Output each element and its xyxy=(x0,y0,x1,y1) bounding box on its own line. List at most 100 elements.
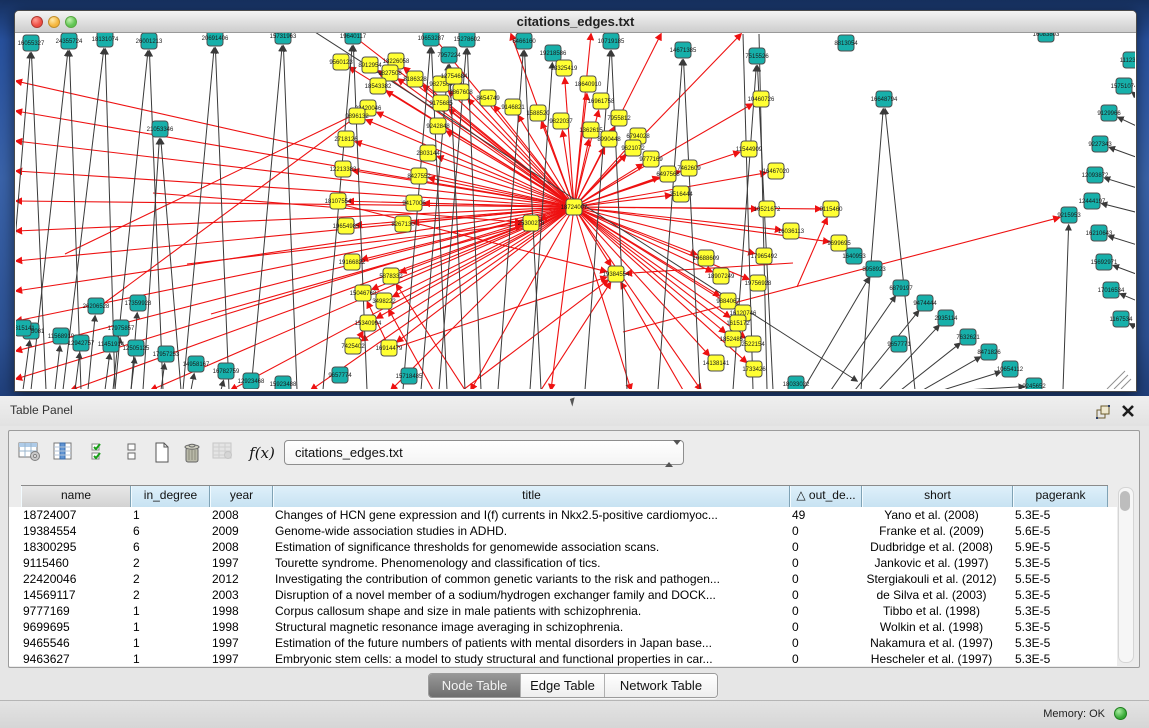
graph-node[interactable]: 18131074 xyxy=(92,33,119,47)
table-row[interactable]: 946554611997Estimation of the future num… xyxy=(9,635,1117,651)
graph-node[interactable]: 16961758 xyxy=(588,93,615,109)
graph-node[interactable]: 18640910 xyxy=(575,76,602,92)
column-header-title[interactable]: title xyxy=(273,486,790,507)
graph-node[interactable]: 18907249 xyxy=(708,268,735,284)
graph-node[interactable]: 16648794 xyxy=(871,91,898,107)
graph-node[interactable]: 9129966 xyxy=(1097,105,1121,121)
graph-node[interactable]: 7515526 xyxy=(745,48,769,64)
table-row[interactable]: 1456911722003Disruption of a novel membe… xyxy=(9,587,1117,603)
graph-node[interactable]: 1733426 xyxy=(742,361,766,377)
graph-node[interactable]: 12213383 xyxy=(330,161,357,177)
graph-node[interactable]: 14671385 xyxy=(670,42,697,58)
function-builder-icon[interactable]: f(x) xyxy=(249,441,275,465)
window-titlebar[interactable]: citations_edges.txt xyxy=(15,11,1136,33)
graph-node[interactable]: 16210643 xyxy=(1086,225,1113,241)
graph-node[interactable]: 9146821 xyxy=(501,99,525,115)
graph-node[interactable]: 8267130 xyxy=(391,216,415,232)
graph-node[interactable]: 10654112 xyxy=(997,361,1024,377)
float-panel-icon[interactable] xyxy=(1095,404,1111,425)
new-table-icon[interactable] xyxy=(149,441,175,465)
graph-node[interactable]: 9474444 xyxy=(913,295,937,311)
graph-node[interactable]: 12444197 xyxy=(1079,193,1106,209)
graph-node[interactable]: 6466160 xyxy=(512,33,536,49)
graph-node[interactable]: 9822037 xyxy=(549,113,573,129)
graph-node[interactable]: 14138141 xyxy=(703,355,730,371)
column-header-in_degree[interactable]: in_degree xyxy=(131,486,210,507)
graph-node[interactable]: 19640117 xyxy=(340,33,367,44)
graph-node[interactable]: 17016534 xyxy=(1098,282,1125,298)
column-header-out_degree[interactable]: △ out_de... xyxy=(790,486,862,507)
row-selection-icon[interactable] xyxy=(87,441,113,465)
graph-node[interactable]: 10688609 xyxy=(693,250,720,266)
table-row[interactable]: 1830029562008Estimation of significance … xyxy=(9,539,1117,555)
tab-node-table[interactable]: Node Table xyxy=(429,674,521,697)
graph-node[interactable]: 16055327 xyxy=(18,35,45,51)
graph-node[interactable]: 12923468 xyxy=(238,373,265,389)
graph-node[interactable]: 7957224 xyxy=(437,47,461,63)
delete-table-icon[interactable] xyxy=(179,441,205,465)
graph-node[interactable]: 2718126 xyxy=(334,131,358,147)
tab-edge-table[interactable]: Edge Table xyxy=(521,674,605,697)
graph-node[interactable]: 15923488 xyxy=(270,376,297,389)
graph-node[interactable]: 15692971 xyxy=(1091,254,1118,270)
graph-node[interactable]: 6879197 xyxy=(889,280,913,296)
column-header-name[interactable]: name xyxy=(21,486,131,507)
graph-node[interactable]: 16036113 xyxy=(778,223,805,239)
graph-node[interactable]: 1588520 xyxy=(526,105,550,121)
vertical-scrollbar[interactable] xyxy=(1118,487,1134,663)
graph-node[interactable]: 7632621 xyxy=(956,329,980,345)
graph-node[interactable]: 9777169 xyxy=(639,151,663,167)
graph-node[interactable]: 1362615 xyxy=(579,122,603,138)
graph-node[interactable]: 8990448 xyxy=(597,131,621,147)
graph-node[interactable]: 3498222 xyxy=(372,293,396,309)
network-view-window[interactable]: citations_edges.txt 16055327243557241813… xyxy=(14,10,1137,392)
graph-node[interactable]: 8454749 xyxy=(476,90,500,106)
graph-node[interactable]: 8813054 xyxy=(834,35,858,51)
graph-node[interactable]: 26001213 xyxy=(136,33,163,49)
graph-node[interactable]: 7955812 xyxy=(607,110,631,126)
graph-node[interactable]: 11544909 xyxy=(736,141,763,157)
graph-node[interactable]: 10653287 xyxy=(418,33,445,46)
graph-node[interactable]: 17957253 xyxy=(153,346,180,362)
table-settings-icon[interactable] xyxy=(17,441,43,465)
column-header-pagerank[interactable]: pagerank xyxy=(1013,486,1108,507)
table-row[interactable]: 2242004622012Investigating the contribut… xyxy=(9,571,1117,587)
graph-node[interactable]: 16467020 xyxy=(763,163,790,179)
graph-node[interactable]: 26206528 xyxy=(83,298,110,314)
graph-node[interactable]: 19384554 xyxy=(603,266,630,282)
graph-node[interactable]: 8471826 xyxy=(977,344,1001,360)
graph-node[interactable]: 19218586 xyxy=(540,45,567,61)
table-row[interactable]: 911546021997Tourette syndrome. Phenomeno… xyxy=(9,555,1117,571)
graph-node[interactable]: 15751074 xyxy=(1111,78,1135,94)
graph-node[interactable]: 1112358 xyxy=(1120,52,1135,68)
graph-node[interactable]: 15731963 xyxy=(270,33,297,44)
scrollbar-thumb[interactable] xyxy=(1120,491,1130,511)
graph-node[interactable]: 20691406 xyxy=(202,33,229,46)
graph-node[interactable]: 14958167 xyxy=(183,356,210,372)
graph-node[interactable]: 16083803 xyxy=(1033,33,1060,42)
graph-node[interactable]: 2935114 xyxy=(935,310,959,326)
graph-node[interactable]: 1167534 xyxy=(1110,311,1134,327)
graph-node[interactable]: 9657771 xyxy=(887,336,911,352)
close-panel-icon[interactable] xyxy=(1121,404,1135,423)
graph-node[interactable]: 9175685 xyxy=(429,95,453,111)
graph-node[interactable]: 8186328 xyxy=(403,71,427,87)
table-row[interactable]: 1938455462009Genome-wide association stu… xyxy=(9,523,1117,539)
column-header-short[interactable]: short xyxy=(862,486,1013,507)
table-row[interactable]: 1872400712008Changes of HCN gene express… xyxy=(9,507,1117,523)
graph-node[interactable]: 10521672 xyxy=(754,201,781,217)
table-row[interactable]: 969969511998Structural magnetic resonanc… xyxy=(9,619,1117,635)
graph-node[interactable]: 7462609 xyxy=(677,160,701,176)
graph-node[interactable]: 17975857 xyxy=(108,320,135,336)
column-visibility-icon[interactable] xyxy=(51,441,77,465)
network-table-select[interactable]: citations_edges.txt xyxy=(284,440,684,465)
graph-node[interactable]: 9215953 xyxy=(1057,207,1081,223)
graph-node[interactable]: 9115460 xyxy=(820,201,844,217)
graph-node[interactable]: 17965492 xyxy=(751,248,778,264)
graph-node[interactable]: 2522154 xyxy=(741,336,765,352)
full-height-rows-icon[interactable] xyxy=(119,441,145,465)
graph-node[interactable]: 16782759 xyxy=(213,363,240,379)
graph-node[interactable]: 9227343 xyxy=(1088,136,1112,152)
graph-node[interactable]: 13325419 xyxy=(551,60,578,76)
graph-node[interactable]: 12093872 xyxy=(1082,167,1109,183)
